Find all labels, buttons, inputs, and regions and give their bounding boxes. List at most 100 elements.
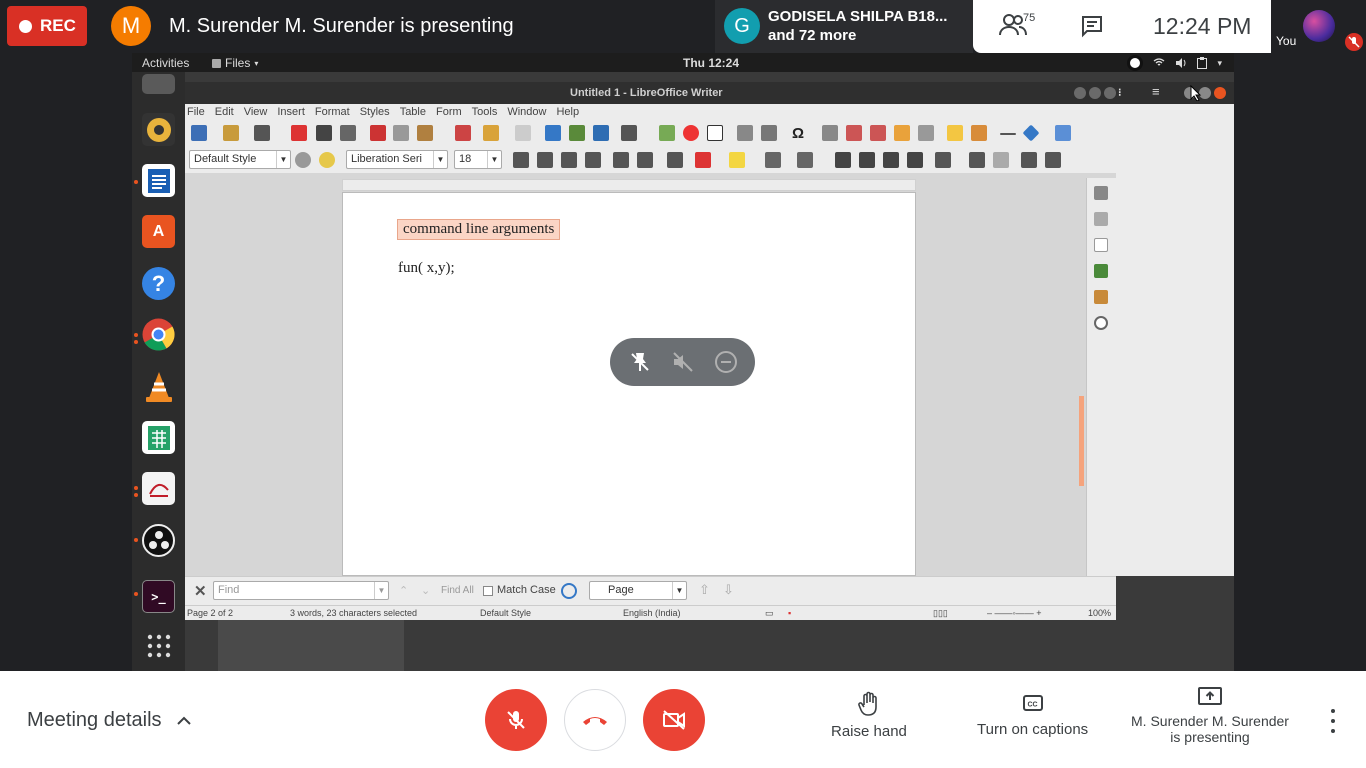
draw-functions-icon[interactable] (1055, 125, 1071, 141)
up-arrow-icon[interactable]: ⇧ (699, 582, 710, 598)
system-tray[interactable]: ▾ (1127, 55, 1222, 71)
font-name-select[interactable]: Liberation Seri ▼ (346, 150, 448, 169)
unpin-icon[interactable] (628, 350, 652, 374)
increase-paragraph-spacing-icon[interactable] (969, 152, 985, 168)
redo-icon[interactable] (515, 125, 531, 141)
align-right-icon[interactable] (883, 152, 899, 168)
update-style-icon[interactable] (295, 152, 311, 168)
match-case-label[interactable]: Match Case (497, 584, 556, 596)
close-find-icon[interactable]: ✕ (194, 582, 207, 600)
new-document-icon[interactable] (191, 125, 207, 141)
formatting-marks-icon[interactable] (593, 125, 609, 141)
menu-form[interactable]: Form (436, 106, 462, 118)
find-previous-icon[interactable]: ⌃ (399, 584, 408, 597)
software-center-icon[interactable]: A (142, 215, 175, 248)
copy-icon[interactable] (393, 125, 409, 141)
paste-icon[interactable] (417, 125, 433, 141)
obs-tray-icon[interactable] (1127, 55, 1144, 71)
sidebar-toggle-icon[interactable]: ⁝ (1118, 86, 1122, 99)
clear-formatting-icon[interactable] (667, 152, 683, 168)
scrollbar-thumb[interactable] (1079, 396, 1084, 486)
endnote-icon[interactable] (870, 125, 886, 141)
font-color-icon[interactable] (695, 152, 711, 168)
zoom-slider[interactable]: – ——◦—— + (987, 608, 1041, 618)
line-spacing-icon[interactable] (935, 152, 951, 168)
footnote-icon[interactable] (846, 125, 862, 141)
export-pdf-icon[interactable] (291, 125, 307, 141)
spelling-icon[interactable] (569, 125, 585, 141)
insert-image-icon[interactable] (659, 125, 675, 141)
participant-chip[interactable]: G GODISELA SHILPA B18... and 72 more (715, 0, 973, 53)
self-view[interactable]: You (1271, 0, 1366, 53)
cut-icon[interactable] (370, 125, 386, 141)
basic-shapes-icon[interactable] (1022, 124, 1040, 142)
align-left-icon[interactable] (835, 152, 851, 168)
navigator-icon[interactable] (1094, 290, 1108, 304)
menu-help[interactable]: Help (556, 106, 579, 118)
superscript-icon[interactable] (613, 152, 629, 168)
insert-chart-icon[interactable] (683, 125, 699, 141)
volume-icon[interactable] (1175, 58, 1187, 68)
properties-icon[interactable] (1094, 186, 1108, 200)
calc-icon[interactable] (142, 421, 175, 454)
font-size-select[interactable]: 18 ▼ (454, 150, 502, 169)
menu-insert[interactable]: Insert (277, 106, 305, 118)
manage-changes-icon[interactable] (1094, 316, 1108, 330)
raise-hand-button[interactable]: Raise hand (831, 691, 907, 740)
camera-toggle-button[interactable] (643, 689, 705, 751)
search-scope-select[interactable]: Page ▼ (589, 581, 687, 600)
line-icon[interactable] (1000, 133, 1016, 135)
chevron-down-icon[interactable]: ▾ (1217, 58, 1222, 69)
down-arrow-icon[interactable]: ⇩ (723, 582, 734, 598)
mic-toggle-button[interactable] (485, 689, 547, 751)
insert-table-icon[interactable] (621, 125, 637, 141)
cross-reference-icon[interactable] (918, 125, 934, 141)
hamburger-menu-icon[interactable]: ≡ (1152, 84, 1160, 99)
help-icon[interactable]: ? (142, 267, 175, 300)
styles-icon[interactable] (1094, 212, 1108, 226)
insert-textbox-icon[interactable] (707, 125, 723, 141)
find-next-icon[interactable]: ⌄ (421, 584, 430, 597)
more-options-icon[interactable] (1322, 709, 1344, 733)
italic-icon[interactable] (537, 152, 553, 168)
find-input[interactable]: Find ▼ (213, 581, 389, 600)
files-menu[interactable]: Files ▾ (212, 56, 258, 70)
paragraph-style-select[interactable]: Default Style ▼ (189, 150, 291, 169)
page-icon[interactable] (1094, 238, 1108, 252)
decrease-paragraph-spacing-icon[interactable] (993, 152, 1009, 168)
leave-call-button[interactable] (564, 689, 626, 751)
chat-icon[interactable] (1080, 14, 1104, 38)
special-character-icon[interactable]: Ω (792, 125, 808, 142)
menu-format[interactable]: Format (315, 106, 350, 118)
chrome-icon[interactable] (142, 318, 175, 351)
bold-icon[interactable] (513, 152, 529, 168)
menu-styles[interactable]: Styles (360, 106, 390, 118)
wifi-icon[interactable] (1153, 58, 1165, 68)
writer-icon[interactable] (142, 164, 175, 197)
find-replace-icon[interactable] (561, 583, 577, 599)
comment-icon[interactable] (947, 125, 963, 141)
document-line[interactable]: fun( x,y); (398, 260, 455, 277)
save-icon[interactable] (254, 125, 270, 141)
menu-view[interactable]: View (244, 106, 268, 118)
menu-window[interactable]: Window (507, 106, 546, 118)
print-icon[interactable] (316, 125, 332, 141)
increase-indent-icon[interactable] (1021, 152, 1037, 168)
horizontal-ruler[interactable] (342, 179, 916, 191)
subscript-icon[interactable] (637, 152, 653, 168)
menu-table[interactable]: Table (400, 106, 426, 118)
terminal-icon[interactable]: >_ (142, 580, 175, 613)
undo-icon[interactable] (483, 125, 499, 141)
menu-tools[interactable]: Tools (472, 106, 498, 118)
justify-icon[interactable] (907, 152, 923, 168)
find-all-button[interactable]: Find All (441, 585, 474, 596)
page-break-icon[interactable] (737, 125, 753, 141)
remove-icon[interactable] (714, 350, 738, 374)
highlight-color-icon[interactable] (729, 152, 745, 168)
rhythmbox-icon[interactable] (142, 113, 175, 146)
muted-speaker-icon[interactable] (671, 350, 695, 374)
match-case-checkbox[interactable] (483, 586, 493, 596)
close-button[interactable] (1214, 87, 1226, 99)
new-style-icon[interactable] (319, 152, 335, 168)
selected-text[interactable]: command line arguments (397, 219, 561, 240)
